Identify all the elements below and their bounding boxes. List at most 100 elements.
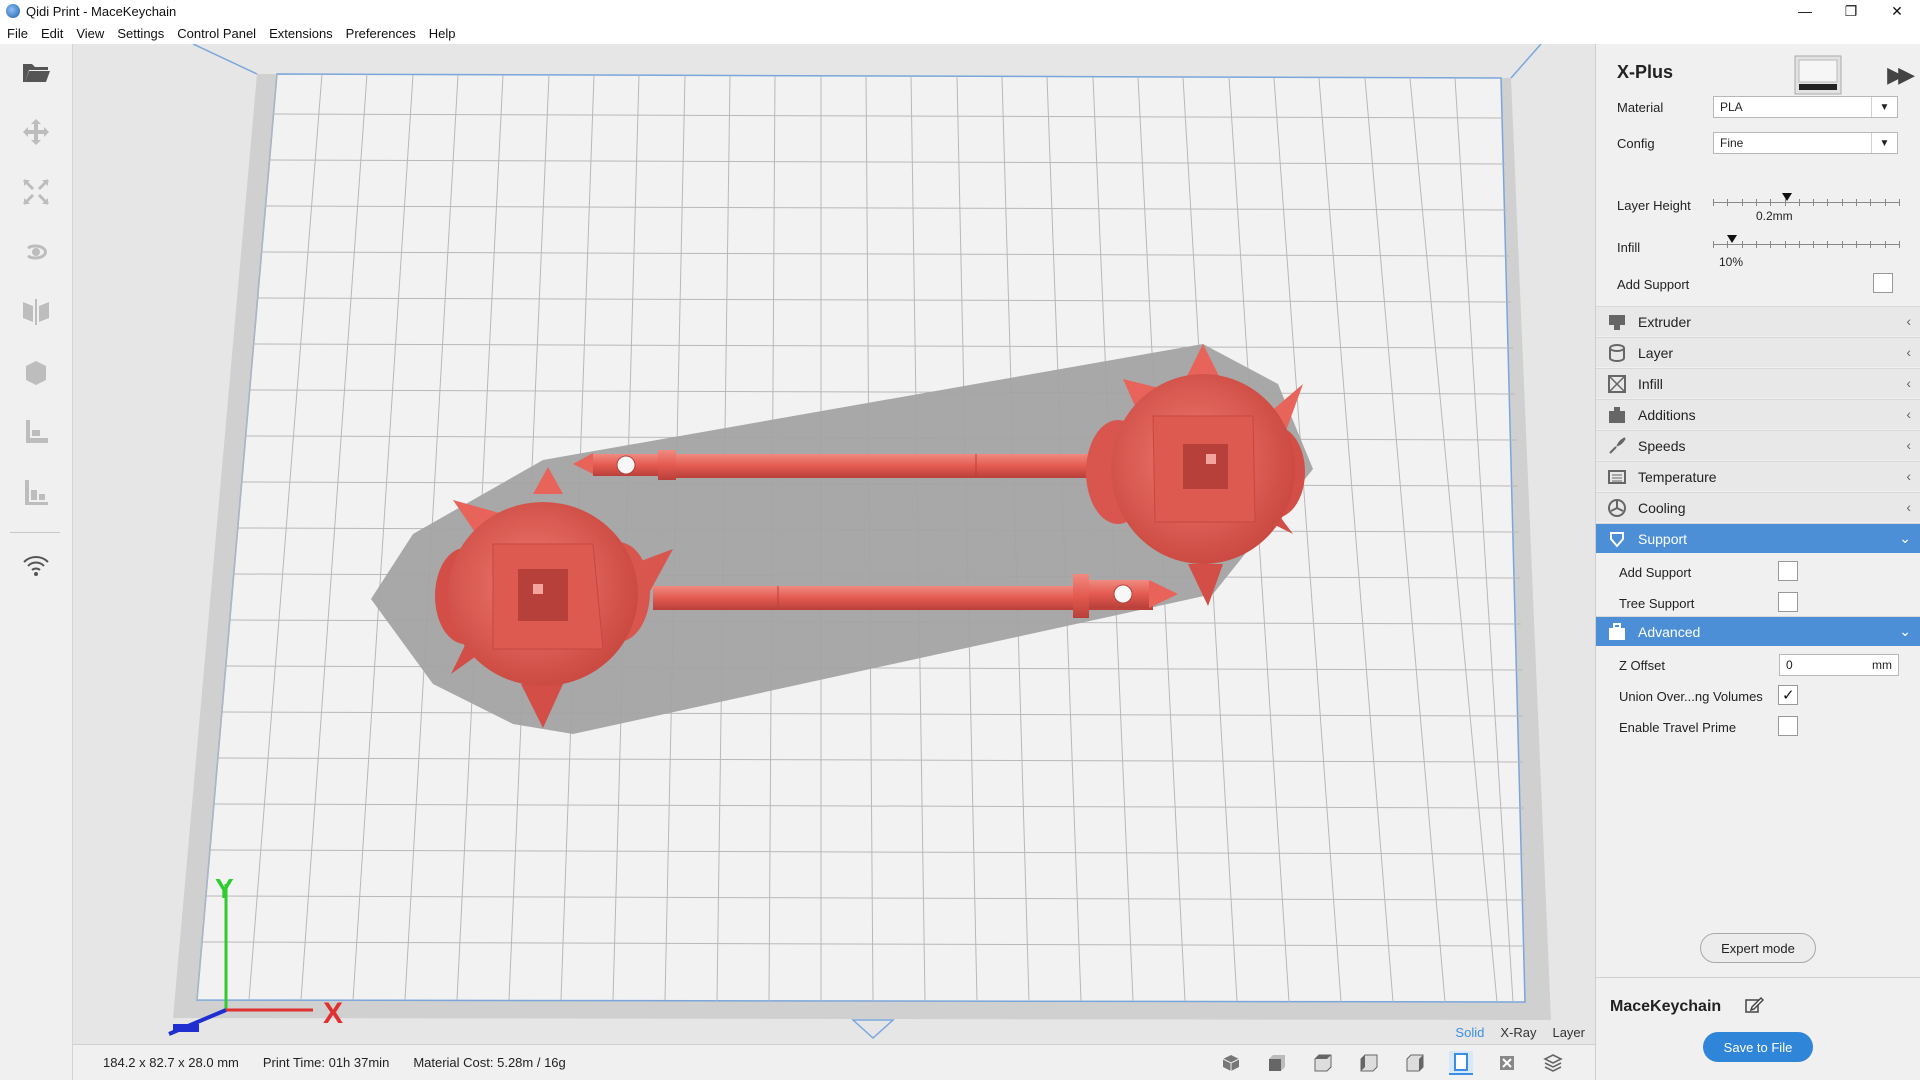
add-support-checkbox[interactable]: [1873, 273, 1893, 293]
mirror-icon[interactable]: [18, 294, 54, 330]
speeds-icon: [1606, 435, 1628, 457]
move-icon[interactable]: [18, 114, 54, 150]
slider-tick: [1742, 199, 1743, 206]
minimize-button[interactable]: —: [1782, 0, 1828, 22]
xray-icon[interactable]: [1495, 1051, 1519, 1075]
3d-viewport[interactable]: Y X Solid X-Ray Layer: [73, 44, 1595, 1044]
view-mode-solid[interactable]: Solid: [1455, 1025, 1484, 1040]
menu-settings[interactable]: Settings: [117, 26, 164, 41]
slider-tick: [1870, 199, 1871, 206]
slider-tick: [1756, 241, 1757, 248]
menu-help[interactable]: Help: [429, 26, 456, 41]
edit-icon[interactable]: [1744, 995, 1764, 1015]
slider-tick: [1827, 199, 1828, 206]
build-plate-scene[interactable]: Y X: [73, 44, 1595, 1044]
config-value: Fine: [1720, 136, 1744, 150]
chevron-down-icon: ⌄: [1899, 530, 1911, 546]
config-label: Config: [1617, 136, 1655, 151]
menu-view[interactable]: View: [76, 26, 104, 41]
slider-tick: [1842, 241, 1843, 248]
rotate-icon[interactable]: [18, 234, 54, 270]
infill-icon: [1606, 373, 1628, 395]
travel-prime-checkbox[interactable]: [1778, 716, 1798, 736]
union-volumes-checkbox[interactable]: [1778, 685, 1798, 705]
tree-support-checkbox[interactable]: [1778, 592, 1798, 612]
expert-mode-button[interactable]: Expert mode: [1700, 933, 1816, 963]
section-label: Support: [1638, 530, 1688, 547]
left-toolbar: [0, 44, 73, 1080]
z-offset-value: 0: [1786, 658, 1793, 672]
slider-tick: [1713, 241, 1714, 248]
slider-tick: [1727, 241, 1728, 248]
slider-thumb[interactable]: [1782, 193, 1792, 201]
layer-view-icon[interactable]: [18, 474, 54, 510]
save-to-file-button[interactable]: Save to File: [1703, 1032, 1813, 1062]
wifi-icon[interactable]: [18, 548, 54, 584]
window-title: Qidi Print - MaceKeychain: [26, 3, 177, 19]
slider-thumb[interactable]: [1727, 235, 1737, 243]
section-temperature[interactable]: Temperature ‹: [1596, 461, 1920, 491]
menu-edit[interactable]: Edit: [41, 26, 63, 41]
layer-height-value: 0.2mm: [1756, 209, 1793, 223]
close-button[interactable]: ✕: [1874, 0, 1920, 22]
slider-tick: [1899, 241, 1900, 248]
menu-preferences[interactable]: Preferences: [346, 26, 416, 41]
material-dropdown[interactable]: PLA ▼: [1713, 96, 1898, 118]
config-dropdown[interactable]: Fine ▼: [1713, 132, 1898, 154]
per-model-settings-icon[interactable]: [18, 354, 54, 390]
menu-file[interactable]: File: [7, 26, 28, 41]
section-speeds[interactable]: Speeds ‹: [1596, 430, 1920, 460]
section-additions[interactable]: Additions ‹: [1596, 399, 1920, 429]
top-view-icon[interactable]: [1311, 1051, 1335, 1075]
infill-slider[interactable]: [1713, 235, 1900, 252]
printer-name[interactable]: X-Plus: [1617, 62, 1673, 83]
z-offset-label: Z Offset: [1619, 658, 1665, 673]
section-infill[interactable]: Infill ‹: [1596, 368, 1920, 398]
chevron-left-icon: ‹: [1906, 499, 1911, 515]
title-bar: Qidi Print - MaceKeychain — ❐ ✕: [0, 0, 1920, 22]
print-area-icon[interactable]: [1449, 1051, 1473, 1075]
front-view-icon[interactable]: [1265, 1051, 1289, 1075]
tree-support-label: Tree Support: [1619, 596, 1695, 611]
layers-icon[interactable]: [1541, 1051, 1565, 1075]
3d-view-icon[interactable]: [1219, 1051, 1243, 1075]
extruder-icon: [1606, 311, 1628, 333]
layer-height-slider[interactable]: [1713, 193, 1900, 210]
section-label: Layer: [1638, 344, 1674, 361]
x-axis-label: X: [323, 997, 343, 1030]
left-view-icon[interactable]: [1357, 1051, 1381, 1075]
chevron-down-icon: ⌄: [1899, 623, 1911, 639]
menu-control-panel[interactable]: Control Panel: [177, 26, 256, 41]
view-mode-xray[interactable]: X-Ray: [1500, 1025, 1536, 1040]
section-label: Extruder: [1638, 313, 1691, 330]
menu-bar: File Edit View Settings Control Panel Ex…: [0, 22, 1920, 44]
layer-icon: [1606, 342, 1628, 364]
chevron-down-icon: ▼: [1871, 133, 1897, 153]
scale-icon[interactable]: [18, 174, 54, 210]
section-layer[interactable]: Layer ‹: [1596, 337, 1920, 367]
support-blocker-icon[interactable]: [18, 414, 54, 450]
panel-divider: [1596, 977, 1920, 978]
open-folder-icon[interactable]: [18, 54, 54, 90]
slider-tick: [1727, 199, 1728, 206]
camera-view-buttons: [1219, 1051, 1565, 1075]
section-support[interactable]: Support ⌄: [1596, 523, 1920, 553]
model-dimensions: 184.2 x 82.7 x 28.0 mm: [103, 1055, 239, 1070]
z-offset-field[interactable]: 0 mm: [1779, 654, 1899, 676]
section-advanced[interactable]: Advanced ⌄: [1596, 616, 1920, 646]
slider-tick: [1842, 199, 1843, 206]
material-cost: Material Cost: 5.28m / 16g: [413, 1055, 566, 1070]
advanced-icon: [1606, 621, 1628, 643]
support-add-checkbox[interactable]: [1778, 561, 1798, 581]
section-extruder[interactable]: Extruder ‹: [1596, 306, 1920, 336]
slider-tick: [1799, 199, 1800, 206]
right-view-icon[interactable]: [1403, 1051, 1427, 1075]
section-cooling[interactable]: Cooling ‹: [1596, 492, 1920, 522]
cooling-icon: [1606, 497, 1628, 519]
collapse-panel-icon[interactable]: ▶▶: [1887, 62, 1915, 88]
menu-extensions[interactable]: Extensions: [269, 26, 333, 41]
view-mode-layer[interactable]: Layer: [1552, 1025, 1585, 1040]
slider-tick: [1785, 199, 1786, 206]
restore-button[interactable]: ❐: [1828, 0, 1874, 22]
slider-tick: [1770, 199, 1771, 206]
